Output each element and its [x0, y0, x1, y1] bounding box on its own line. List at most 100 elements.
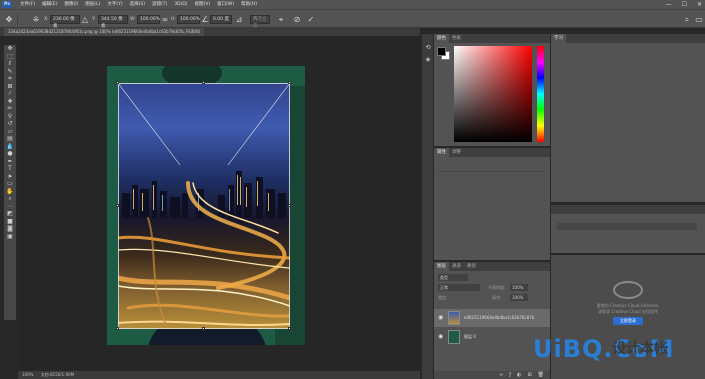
close-button[interactable]: ✕: [697, 0, 702, 9]
transform-handle-left[interactable]: [116, 204, 119, 207]
new-layer-icon[interactable]: ⊞: [527, 371, 531, 379]
document-tab[interactable]: 334a2423aa01963842121878fc6f61c.png @ 10…: [4, 28, 205, 36]
link-layers-icon[interactable]: ∞: [499, 371, 503, 379]
transform-handle-top[interactable]: [202, 81, 205, 84]
menu-layer[interactable]: 图层(L): [85, 0, 100, 9]
tab-paths[interactable]: 路径: [464, 262, 479, 271]
blend-mode-select[interactable]: 正常: [438, 284, 480, 291]
default-colors-icon[interactable]: ◩: [4, 210, 16, 218]
move-tool-icon[interactable]: ✥: [4, 45, 16, 53]
menu-select[interactable]: 选择(S): [130, 0, 145, 9]
type-tool-icon[interactable]: T: [4, 165, 16, 173]
history-brush-tool-icon[interactable]: ↺: [4, 120, 16, 128]
transform-handle-bottom-left[interactable]: [116, 327, 119, 330]
hue-slider[interactable]: [537, 46, 544, 142]
watermark-chinese: 设计本帐: [612, 341, 668, 357]
eyedropper-tool-icon[interactable]: ⁄: [4, 90, 16, 98]
eraser-tool-icon[interactable]: ▱: [4, 128, 16, 136]
tab-properties[interactable]: 属性: [434, 148, 449, 157]
marquee-tool-icon[interactable]: ⬚: [4, 53, 16, 61]
foreground-color-swatch[interactable]: ■: [4, 218, 16, 226]
frame-tool-icon[interactable]: ⊠: [4, 83, 16, 91]
layer-style-icon[interactable]: ƒ: [509, 371, 511, 379]
transform-handle-top-right[interactable]: [288, 81, 291, 84]
crop-tool-icon[interactable]: ⌗: [4, 75, 16, 83]
zoom-tool-icon[interactable]: ⌕: [4, 195, 16, 203]
menu-window[interactable]: 窗口(W): [217, 0, 234, 9]
reference-point-icon[interactable]: ⁜: [31, 14, 41, 25]
zoom-level[interactable]: 100%: [22, 372, 33, 377]
quick-select-tool-icon[interactable]: ✎: [4, 68, 16, 76]
more-tools-icon[interactable]: ⋯: [4, 203, 16, 211]
layer-thumbnail: [448, 330, 460, 344]
visibility-eye-icon[interactable]: ◉: [438, 314, 446, 322]
menu-edit[interactable]: 编辑(E): [42, 0, 57, 9]
clone-stamp-tool-icon[interactable]: ⚲: [4, 113, 16, 121]
link-icon[interactable]: ∞: [160, 14, 170, 25]
interpolation-select[interactable]: 两次立方: [250, 15, 270, 29]
transform-handle-bottom[interactable]: [202, 327, 205, 330]
menu-3d[interactable]: 3D(D): [174, 0, 187, 9]
layer-name[interactable]: e0625119664e4b4ba1c62b78c87b: [464, 314, 534, 322]
y-field[interactable]: 344.50 像素: [98, 15, 128, 29]
move-tool-icon[interactable]: ✥: [4, 14, 14, 25]
delete-layer-icon[interactable]: 🗑: [538, 371, 544, 379]
healing-brush-tool-icon[interactable]: ✚: [4, 98, 16, 106]
menu-view[interactable]: 视图(V): [195, 0, 211, 9]
learn-panel: 学习: [551, 34, 705, 202]
pen-tool-icon[interactable]: ✒: [4, 158, 16, 166]
width-field[interactable]: 100.00%: [137, 15, 160, 24]
color-field[interactable]: [454, 46, 532, 142]
relative-position-icon[interactable]: △: [80, 14, 90, 25]
gradient-tool-icon[interactable]: ▤: [4, 135, 16, 143]
tab-learn[interactable]: 学习: [551, 34, 566, 43]
tab-channels[interactable]: 通道: [449, 262, 464, 271]
x-field[interactable]: 236.00 像素: [50, 15, 80, 29]
cancel-transform-icon[interactable]: ⊘: [292, 14, 302, 25]
brush-tool-icon[interactable]: ✏: [4, 105, 16, 113]
libraries-search[interactable]: [557, 223, 697, 230]
hand-tool-icon[interactable]: ✋: [4, 188, 16, 196]
layer-filter-select[interactable]: 类型: [438, 274, 468, 281]
menu-image[interactable]: 图像(I): [64, 0, 78, 9]
transform-handle-bottom-right[interactable]: [288, 327, 291, 330]
lasso-tool-icon[interactable]: ℓ: [4, 60, 16, 68]
maximize-button[interactable]: ☐: [682, 0, 687, 9]
divider: [17, 14, 18, 25]
foreground-color-swatch[interactable]: [437, 47, 446, 56]
opacity-field[interactable]: 100%: [510, 284, 528, 291]
menu-help[interactable]: 帮助(H): [241, 0, 257, 9]
libraries-panel-icon[interactable]: ◈: [424, 56, 432, 64]
creative-cloud-icon: [613, 281, 643, 299]
angle-field[interactable]: 0.00 度: [210, 15, 232, 24]
layer-name[interactable]: 图层 0: [464, 333, 476, 341]
commit-transform-icon[interactable]: ✓: [306, 14, 316, 25]
path-select-tool-icon[interactable]: ➤: [4, 173, 16, 181]
screen-mode-icon[interactable]: ▣: [4, 233, 16, 241]
warp-mode-icon[interactable]: ⌖: [276, 14, 286, 25]
layer-mask-icon[interactable]: ◐: [517, 371, 521, 379]
transform-handle-right[interactable]: [288, 204, 291, 207]
search-icon[interactable]: ⌕: [682, 14, 692, 25]
free-transform-bounding-box[interactable]: [118, 83, 290, 329]
tab-adjustments[interactable]: 调整: [449, 148, 464, 157]
dodge-tool-icon[interactable]: ●: [4, 150, 16, 158]
visibility-eye-icon[interactable]: ◉: [438, 333, 446, 341]
transform-handle-top-left[interactable]: [116, 81, 119, 84]
workspace-icon[interactable]: ▭: [694, 14, 704, 25]
tab-swatches[interactable]: 色板: [449, 34, 464, 43]
minimize-button[interactable]: —: [666, 0, 672, 9]
history-panel-icon[interactable]: ⟲: [424, 44, 432, 52]
menu-type[interactable]: 文字(Y): [107, 0, 122, 9]
quick-mask-icon[interactable]: ◙: [4, 225, 16, 233]
rectangle-tool-icon[interactable]: ▭: [4, 180, 16, 188]
fill-field[interactable]: 100%: [510, 294, 528, 301]
tab-layers[interactable]: 图层: [434, 262, 449, 271]
menu-file[interactable]: 文件(F): [20, 0, 35, 9]
menu-filter[interactable]: 滤镜(T): [152, 0, 167, 9]
cc-signin-button[interactable]: 立即登录: [613, 317, 643, 325]
layer-row-city-photo[interactable]: ◉ e0625119664e4b4ba1c62b78c87b: [434, 309, 550, 327]
tab-color[interactable]: 颜色: [434, 34, 449, 43]
height-field[interactable]: 100.00%: [177, 15, 200, 24]
blur-tool-icon[interactable]: 💧: [4, 143, 16, 151]
